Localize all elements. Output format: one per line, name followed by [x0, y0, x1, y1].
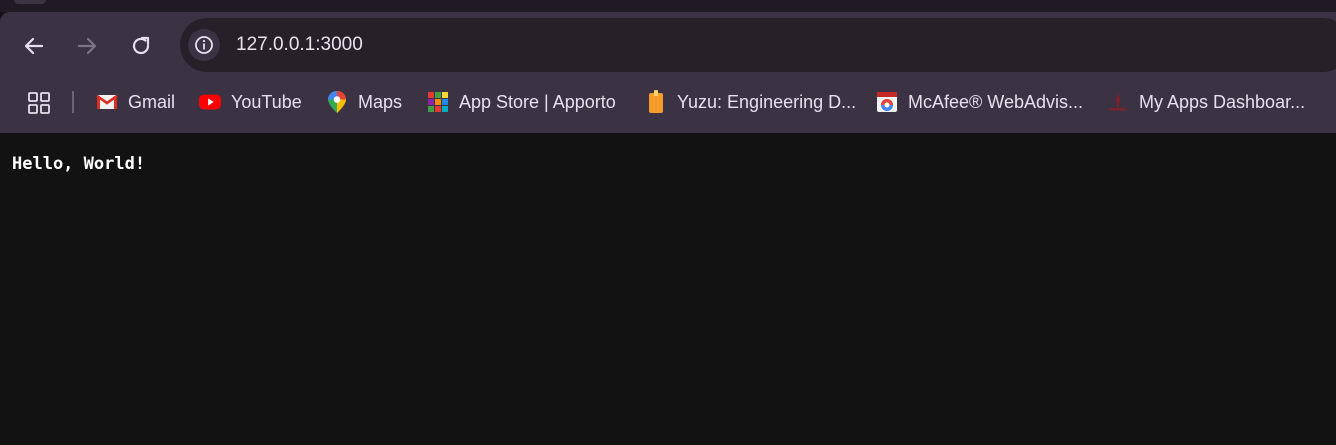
gmail-icon [96, 91, 118, 113]
bookmark-mcafee[interactable]: McAfee® WebAdvis... [876, 87, 1083, 117]
arrow-left-icon [24, 37, 44, 55]
yuzu-icon [645, 90, 667, 113]
info-icon [195, 36, 213, 54]
tab-strip [0, 0, 1336, 12]
address-bar[interactable]: 127.0.0.1:3000 [180, 18, 1336, 72]
tab-edge[interactable] [14, 0, 46, 4]
reload-button[interactable] [127, 32, 155, 60]
browser-toolbar: 127.0.0.1:3000 Gmail YouTube Maps App St… [0, 12, 1336, 133]
apps-button[interactable] [26, 90, 52, 116]
bookmark-label: My Apps Dashboar... [1139, 91, 1306, 112]
forward-button[interactable] [73, 32, 101, 60]
page-text: Hello, World! [12, 154, 146, 174]
url-text[interactable]: 127.0.0.1:3000 [236, 33, 363, 57]
apps-grid-icon [28, 92, 50, 114]
bookmark-label: Yuzu: Engineering D... [677, 91, 857, 112]
bookmarks-separator [72, 91, 74, 113]
bookmark-apporto[interactable]: App Store | Apporto [427, 87, 616, 117]
bookmark-label: Maps [358, 91, 403, 112]
site-info-button[interactable] [188, 29, 220, 61]
bookmarks-bar: Gmail YouTube Maps App Store | Apporto Y… [0, 86, 1336, 120]
bookmark-my-apps[interactable]: My Apps Dashboar... [1107, 87, 1305, 117]
bookmark-yuzu[interactable]: Yuzu: Engineering D... [645, 87, 856, 117]
bookmark-gmail[interactable]: Gmail [96, 87, 175, 117]
my-apps-icon [1107, 91, 1129, 113]
bookmark-label: App Store | Apporto [459, 91, 616, 112]
maps-icon [326, 91, 348, 113]
bookmark-label: YouTube [231, 91, 302, 112]
arrow-right-icon [77, 37, 97, 55]
apporto-icon [427, 91, 449, 113]
youtube-icon [199, 91, 221, 113]
reload-icon [132, 36, 150, 55]
bookmark-maps[interactable]: Maps [326, 87, 402, 117]
bookmark-youtube[interactable]: YouTube [199, 87, 302, 117]
bookmark-label: Gmail [128, 91, 176, 112]
mcafee-icon [876, 91, 898, 113]
back-button[interactable] [20, 32, 48, 60]
page-content: Hello, World! [0, 133, 1336, 445]
bookmark-label: McAfee® WebAdvis... [908, 91, 1083, 112]
